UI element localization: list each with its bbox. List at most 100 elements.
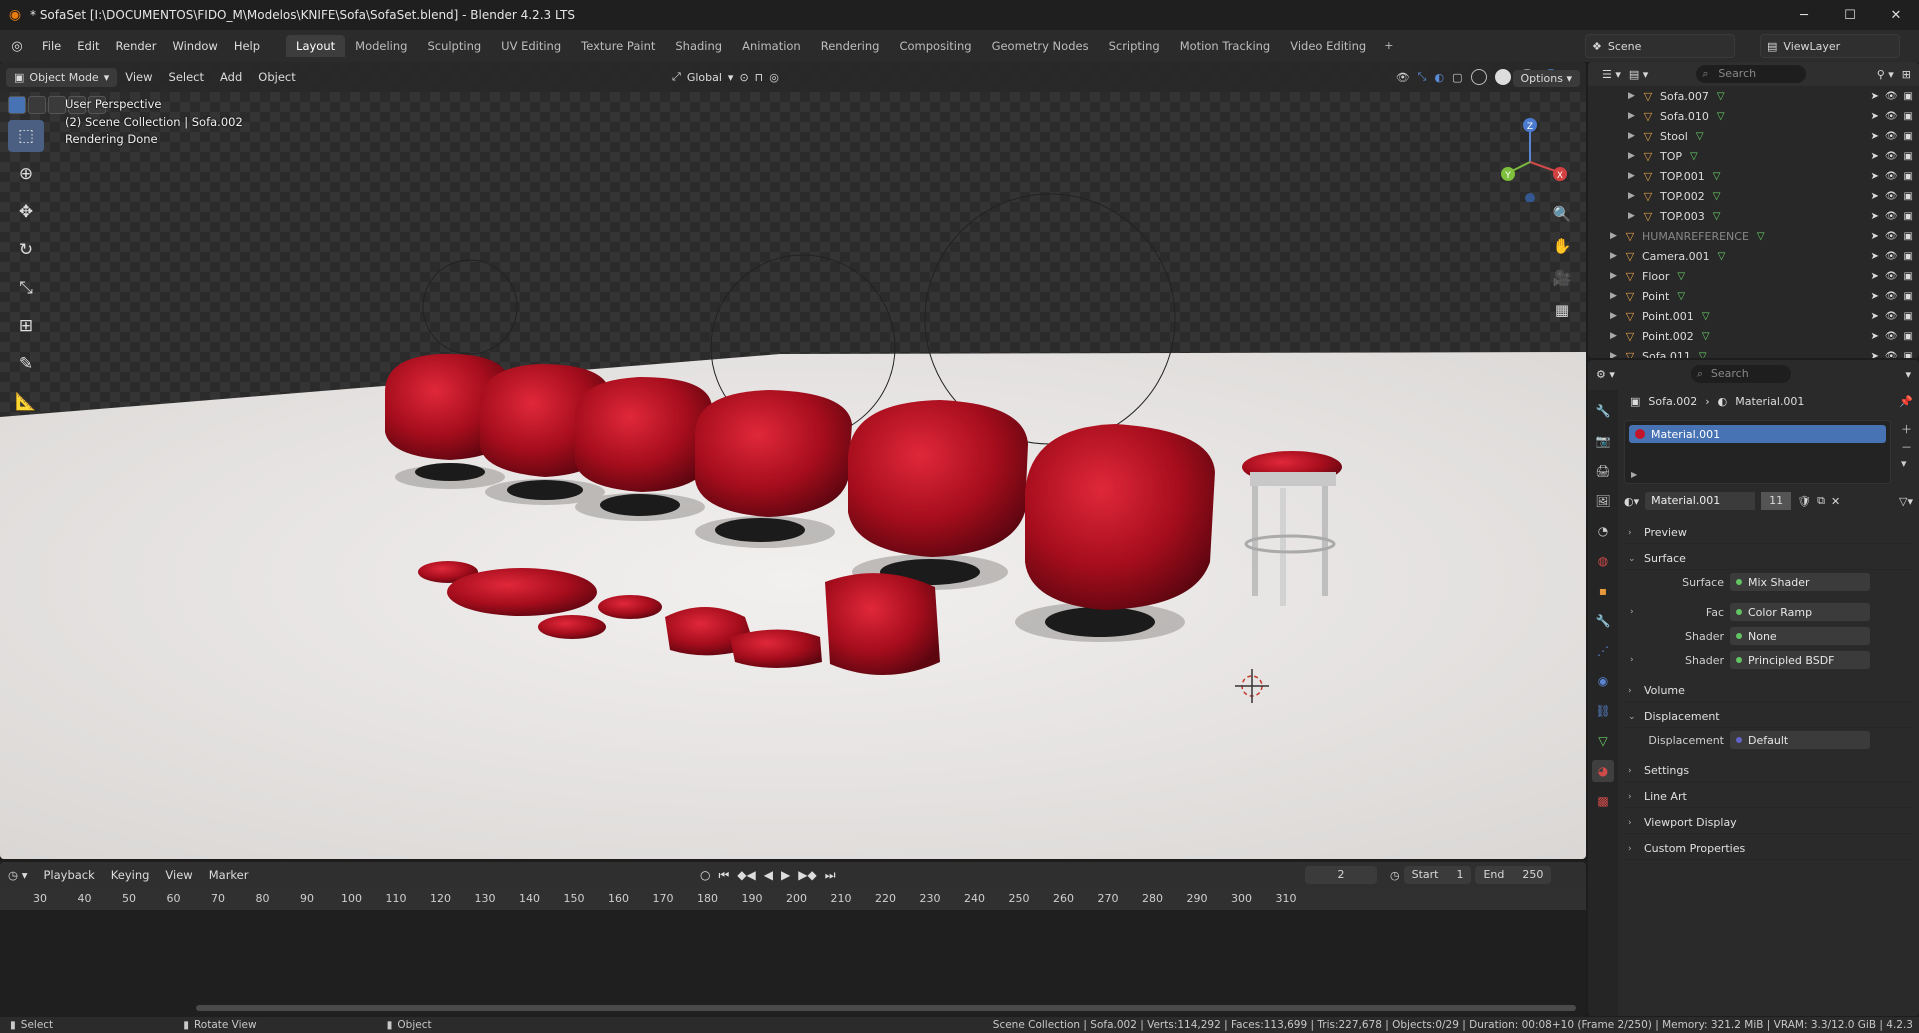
- properties-editor-icon[interactable]: ⚙ ▾: [1596, 368, 1615, 381]
- selectable-icon[interactable]: ➤: [1870, 91, 1878, 102]
- outliner-item-name[interactable]: Point: [1642, 290, 1669, 303]
- chevron-right-icon[interactable]: ›: [1630, 607, 1634, 617]
- current-frame-field[interactable]: 2: [1305, 866, 1377, 884]
- minimize-button[interactable]: ─: [1781, 0, 1827, 30]
- overlay-toggle-icon[interactable]: ◐: [1434, 71, 1444, 84]
- tab-layout[interactable]: Layout: [286, 35, 346, 57]
- timeline-ruler[interactable]: 30 40 50 60 70 80 90 100 110 120 130 140 150 160 170 18…: [0, 888, 1586, 910]
- tab-animation[interactable]: Animation: [732, 35, 811, 57]
- blender-menu-icon[interactable]: ◎: [0, 39, 34, 54]
- outliner-item-name[interactable]: Point.002: [1642, 330, 1694, 343]
- menu-render[interactable]: Render: [108, 39, 165, 53]
- expand-arrow-icon[interactable]: ▶: [1610, 331, 1622, 341]
- outliner-editor-icon[interactable]: ☰ ▾: [1602, 68, 1621, 81]
- render-camera-icon[interactable]: ▣: [1904, 131, 1913, 142]
- eye-icon[interactable]: 👁: [1885, 251, 1898, 262]
- wireframe-shading-icon[interactable]: [1470, 69, 1487, 85]
- eye-icon[interactable]: 👁: [1885, 291, 1898, 302]
- select-extend-icon[interactable]: [28, 96, 46, 114]
- expand-arrow-icon[interactable]: ▶: [1628, 91, 1640, 101]
- render-camera-icon[interactable]: ▣: [1904, 231, 1913, 242]
- section-custom-properties[interactable]: › Custom Properties: [1624, 838, 1913, 860]
- prev-keyframe-icon[interactable]: ◆◀: [737, 868, 755, 883]
- outliner-item-name[interactable]: Sofa.007: [1660, 90, 1709, 103]
- unlink-material-icon[interactable]: ✕: [1831, 495, 1840, 508]
- jump-start-icon[interactable]: ⏮: [718, 868, 729, 883]
- select-subtract-icon[interactable]: [48, 96, 66, 114]
- render-camera-icon[interactable]: ▣: [1904, 351, 1913, 359]
- eye-icon[interactable]: 👁: [1885, 331, 1898, 342]
- render-camera-icon[interactable]: ▣: [1904, 331, 1913, 342]
- browse-material-icon[interactable]: ◐▾: [1624, 495, 1639, 508]
- selectable-icon[interactable]: ➤: [1870, 231, 1878, 242]
- remove-slot-button[interactable]: －: [1901, 439, 1912, 455]
- scale-tool-icon[interactable]: ⤡: [8, 272, 44, 304]
- eye-icon[interactable]: 👁: [1885, 211, 1898, 222]
- object-tab-icon[interactable]: ▪: [1592, 580, 1614, 602]
- expand-arrow-icon[interactable]: ▶: [1628, 151, 1640, 161]
- outliner-item-name[interactable]: Floor: [1642, 270, 1669, 283]
- tab-uv-editing[interactable]: UV Editing: [491, 35, 571, 57]
- outliner-item-name[interactable]: TOP.002: [1660, 190, 1705, 203]
- play-icon[interactable]: ▶: [781, 868, 790, 883]
- menu-file[interactable]: File: [34, 39, 69, 53]
- timeline-editor[interactable]: ◷ ▾ Playback Keying View Marker ○ ⏮ ◆◀ ◀…: [0, 862, 1586, 1017]
- outliner-item-name[interactable]: TOP.003: [1660, 210, 1705, 223]
- outliner-item-name[interactable]: Stool: [1660, 130, 1688, 143]
- outliner-search-input[interactable]: ⌕ Search: [1696, 65, 1807, 83]
- shader-2-field[interactable]: Principled BSDF: [1730, 651, 1870, 669]
- outliner-row[interactable]: ▶ ▽ TOP.001 ▽ ➤ 👁 ▣: [1588, 166, 1919, 186]
- menu-help[interactable]: Help: [226, 39, 268, 53]
- section-displacement[interactable]: ⌄ Displacement: [1624, 706, 1913, 728]
- expand-arrow-icon[interactable]: ▶: [1610, 311, 1622, 321]
- cursor-tool-icon[interactable]: ⊕: [8, 158, 44, 190]
- section-viewport-display[interactable]: › Viewport Display: [1624, 812, 1913, 834]
- outliner-row[interactable]: ▶ ▽ HUMANREFERENCE ▽ ➤ 👁 ▣: [1588, 226, 1919, 246]
- tab-texture-paint[interactable]: Texture Paint: [571, 35, 665, 57]
- eye-icon[interactable]: 👁: [1885, 91, 1898, 102]
- viewport-menu-object[interactable]: Object: [250, 70, 303, 84]
- modifiers-tab-icon[interactable]: 🔧: [1592, 610, 1614, 632]
- outliner-item-name[interactable]: Camera.001: [1642, 250, 1710, 263]
- move-tool-icon[interactable]: ✥: [8, 196, 44, 228]
- tab-compositing[interactable]: Compositing: [889, 35, 981, 57]
- eye-icon[interactable]: 👁: [1885, 151, 1898, 162]
- outliner-item-name[interactable]: TOP.001: [1660, 170, 1705, 183]
- expand-arrow-icon[interactable]: ▶: [1610, 251, 1622, 261]
- expand-arrow-icon[interactable]: ▶: [1610, 231, 1622, 241]
- expand-arrow-icon[interactable]: ▶: [1628, 211, 1640, 221]
- start-frame-field[interactable]: Start 1: [1403, 866, 1472, 884]
- outliner-item-name[interactable]: TOP: [1660, 150, 1682, 163]
- timeline-menu-marker[interactable]: Marker: [201, 868, 257, 882]
- solid-shading-icon[interactable]: [1494, 69, 1511, 85]
- properties-search-input[interactable]: ⌕ Search: [1690, 365, 1791, 383]
- clock-icon[interactable]: ◷: [1390, 869, 1400, 882]
- annotate-tool-icon[interactable]: ✎: [8, 348, 44, 380]
- selectable-icon[interactable]: ➤: [1870, 211, 1878, 222]
- selectable-icon[interactable]: ➤: [1870, 151, 1878, 162]
- selectable-icon[interactable]: ➤: [1870, 291, 1878, 302]
- auto-key-icon[interactable]: ○: [700, 868, 710, 883]
- expand-arrow-icon[interactable]: ▶: [1628, 171, 1640, 181]
- outliner-row[interactable]: ▶ ▽ Camera.001 ▽ ➤ 👁 ▣: [1588, 246, 1919, 266]
- tool-tab-icon[interactable]: 🔧: [1592, 400, 1614, 422]
- tab-motion-tracking[interactable]: Motion Tracking: [1170, 35, 1281, 57]
- physics-tab-icon[interactable]: ◉: [1592, 670, 1614, 692]
- particles-tab-icon[interactable]: ⋰: [1592, 640, 1614, 662]
- slot-menu-button[interactable]: ▾: [1901, 457, 1912, 470]
- tab-shading[interactable]: Shading: [665, 35, 732, 57]
- expand-arrow-icon[interactable]: ▶: [1610, 271, 1622, 281]
- 3d-viewport[interactable]: ▣ Object Mode ▾ View Select Add Object ⤢…: [0, 62, 1586, 859]
- fac-input-field[interactable]: Color Ramp: [1730, 603, 1870, 621]
- outliner-row[interactable]: ▶ ▽ Point.002 ▽ ➤ 👁 ▣: [1588, 326, 1919, 346]
- render-camera-icon[interactable]: ▣: [1904, 111, 1913, 122]
- output-tab-icon[interactable]: 🖨: [1592, 460, 1614, 482]
- options-dropdown[interactable]: Options ▾: [1512, 70, 1580, 87]
- tab-scripting[interactable]: Scripting: [1099, 35, 1170, 57]
- timeline-editor-type-icon[interactable]: ◷ ▾: [0, 868, 35, 882]
- material-slot-list[interactable]: Material.001 ＋ － ▾ ▶: [1624, 420, 1912, 484]
- add-slot-button[interactable]: ＋: [1901, 421, 1912, 437]
- eye-icon[interactable]: 👁: [1885, 311, 1898, 322]
- outliner-row[interactable]: ▶ ▽ Point ▽ ➤ 👁 ▣: [1588, 286, 1919, 306]
- eye-icon[interactable]: 👁: [1885, 231, 1898, 242]
